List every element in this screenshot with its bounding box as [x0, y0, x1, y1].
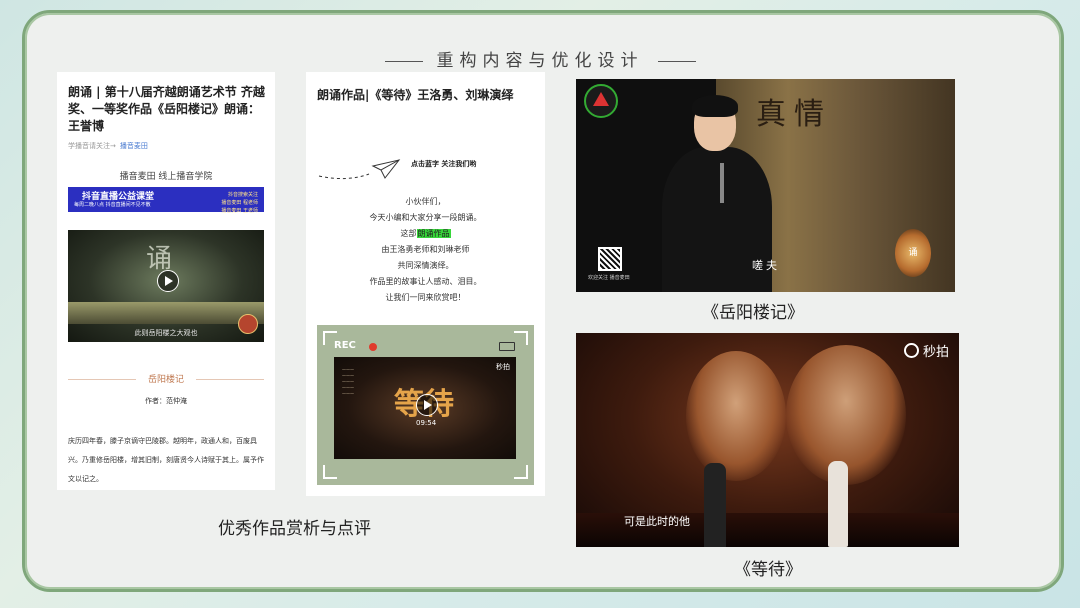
microphone-icon — [720, 163, 724, 203]
meta-text: 学播音请关注→ — [68, 142, 116, 150]
video-credits: ——— ——— ——— ——— ——— — [342, 367, 354, 396]
backdrop-portrait — [686, 351, 786, 481]
follow-prompt[interactable]: 点击蓝字 关注我们哟 — [411, 159, 476, 169]
recording-frame: REC ——————————————— 等待 09:54 秒拍 — [317, 325, 534, 485]
play-icon[interactable] — [157, 270, 179, 292]
intro-line: 共同深情演绎。 — [397, 261, 454, 270]
program-badge: 诵 — [895, 229, 931, 277]
banner-right-3: 播音麦田 王老师 — [221, 208, 258, 214]
article-title: 朗诵 | 第十八届齐越朗诵艺术节 齐越奖、一等奖作品《岳阳楼记》朗诵：王誉博 — [68, 85, 265, 133]
camera-ring-icon — [903, 343, 919, 358]
intro-line: 让我们一同来欣赏吧！ — [385, 293, 466, 302]
article-meta: 学播音请关注→ 播音麦田 — [68, 141, 148, 151]
video-subtitle: 嗟夫 — [752, 259, 780, 272]
qr-caption: 欢迎关注 播音麦田 — [588, 275, 630, 281]
article-body: 庆历四年春，滕子京谪守巴陵郡。越明年，政通人和，百废具兴。乃重修岳阳楼，增其旧制… — [68, 437, 264, 483]
header-left-rule — [384, 61, 423, 62]
video-subtitle: 可是此时的他 — [624, 515, 690, 528]
slide-header: 重构内容与优化设计 — [0, 46, 1080, 71]
video-stage — [68, 302, 264, 324]
paper-plane-icon — [318, 159, 401, 180]
video-player[interactable]: 诵 此则岳阳楼之大观也 — [68, 230, 264, 342]
banner-right: 抖音搜索关注 播音麦田 程老师 播音麦田 王老师 — [221, 191, 258, 215]
frame-corner — [514, 465, 528, 479]
intro-line: 由王洛勇老师和刘琳老师 — [381, 245, 470, 254]
video-subtitle: 此则岳阳楼之大观也 — [134, 329, 198, 337]
performer-female — [828, 461, 848, 547]
divider-line-right — [196, 379, 264, 380]
header-right-rule — [657, 61, 696, 62]
caption-dengdai: 《等待》 — [734, 560, 802, 580]
section-divider: 岳阳楼记 — [68, 372, 264, 386]
article-card-dengdai: 朗诵作品|《等待》王洛勇、刘琳演绎 点击蓝字 关注我们哟 小伙伴们， 今天小编和… — [306, 72, 545, 496]
qr-code-icon — [598, 247, 622, 271]
performance-still-yueyang: 真情 欢迎关注 播音麦田 嗟夫 诵 — [576, 79, 955, 292]
caption-yueyang: 《岳阳楼记》 — [702, 303, 804, 323]
battery-icon — [499, 342, 515, 351]
rec-label: REC — [334, 340, 356, 351]
account-link[interactable]: 播音麦田 — [120, 142, 148, 150]
frame-corner — [514, 331, 528, 345]
article-intro: 小伙伴们， 今天小编和大家分享一段朗诵。 这部朗诵作品 由王洛勇老师和刘琳老师 … — [306, 194, 545, 306]
intro-line: 小伙伴们， — [405, 197, 446, 206]
festival-logo-icon — [584, 84, 618, 118]
caption-analysis: 优秀作品赏析与点评 — [218, 519, 371, 539]
brand-text: 秒拍 — [922, 345, 949, 360]
slide-title: 重构内容与优化设计 — [436, 51, 644, 71]
video-duration: 09:54 — [416, 419, 437, 427]
article-title: 朗诵作品|《等待》王洛勇、刘琳演绎 — [317, 88, 514, 102]
promo-banner[interactable]: 抖音直播公益课堂 每周二晚八点 抖音直播间不见不散 抖音搜索关注 播音麦田 程老师… — [68, 187, 264, 215]
performer-male — [704, 463, 726, 547]
video-brand: 秒拍 — [903, 341, 949, 360]
highlight-text: 朗诵作品 — [416, 229, 451, 238]
author-line: 作者：范仲淹 — [145, 397, 187, 405]
brand-line: 播音麦田 线上播音学院 — [119, 172, 213, 182]
article-card-yueyang: 朗诵 | 第十八届齐越朗诵艺术节 齐越奖、一等奖作品《岳阳楼记》朗诵：王誉博 学… — [57, 72, 275, 490]
record-dot-icon — [369, 343, 377, 351]
intro-line: 今天小编和大家分享一段朗诵。 — [369, 213, 482, 222]
banner-right-1: 抖音搜索关注 — [227, 192, 258, 198]
frame-corner — [323, 465, 337, 479]
video-player[interactable]: ——————————————— 等待 09:54 秒拍 — [334, 357, 516, 459]
intro-prefix: 这部 — [400, 229, 417, 238]
play-icon[interactable] — [416, 394, 438, 416]
banner-right-2: 播音麦田 程老师 — [221, 200, 258, 206]
video-brand: 秒拍 — [496, 363, 510, 371]
performer-hair — [692, 95, 738, 117]
intro-line: 这部朗诵作品 — [306, 226, 545, 242]
banner-sub: 每周二晚八点 抖音直播间不见不散 — [74, 202, 151, 208]
performance-still-dengdai: 秒拍 可是此时的他 — [576, 333, 959, 547]
intro-line: 作品里的故事让人感动、泪目。 — [369, 277, 482, 286]
